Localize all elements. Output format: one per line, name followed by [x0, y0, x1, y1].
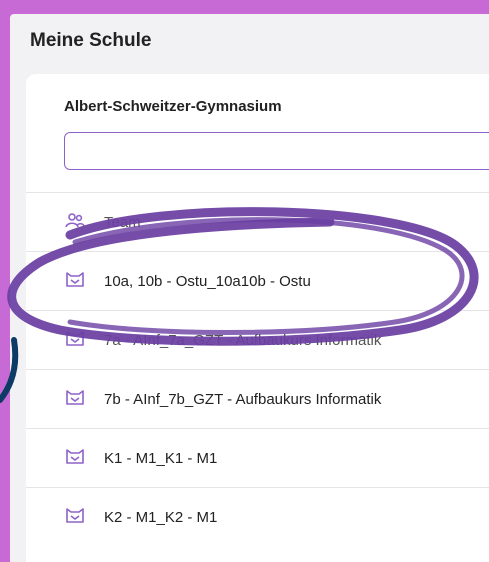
school-card: Albert-Schweitzer-Gymnasium Team 10a, 10… [26, 74, 489, 562]
course-icon [66, 272, 84, 287]
course-icon [66, 331, 84, 346]
course-icon [66, 508, 84, 523]
app-window: Meine Schule Albert-Schweitzer-Gymnasium… [10, 14, 489, 562]
page-title: Meine Schule [30, 30, 152, 51]
course-icon [66, 390, 84, 405]
list-item-course[interactable]: K1 - M1_K1 - M1 [26, 428, 489, 487]
list-item-label: 7b - AInf_7b_GZT - Aufbaukurs Informatik [104, 390, 382, 408]
course-icon [66, 449, 84, 464]
list-item-label: K1 - M1_K1 - M1 [104, 449, 218, 467]
list-item-label: K2 - M1_K2 - M1 [104, 508, 218, 526]
team-icon [65, 213, 85, 228]
list-item-course[interactable]: K2 - M1_K2 - M1 [26, 487, 489, 546]
list-item-course[interactable]: 7a - AInf_7a_GZT - Aufbaukurs Informatik [26, 310, 489, 369]
list-item-course[interactable]: 7b - AInf_7b_GZT - Aufbaukurs Informatik [26, 369, 489, 428]
search-input[interactable] [64, 132, 489, 170]
school-name: Albert-Schweitzer-Gymnasium [64, 98, 282, 115]
list-item-label: Team [104, 213, 141, 231]
list-item-team[interactable]: Team [26, 192, 489, 251]
list-item-course[interactable]: 10a, 10b - Ostu_10a10b - Ostu [26, 251, 489, 310]
list-item-label: 7a - AInf_7a_GZT - Aufbaukurs Informatik [104, 331, 382, 349]
list-item-label: 10a, 10b - Ostu_10a10b - Ostu [104, 272, 311, 290]
